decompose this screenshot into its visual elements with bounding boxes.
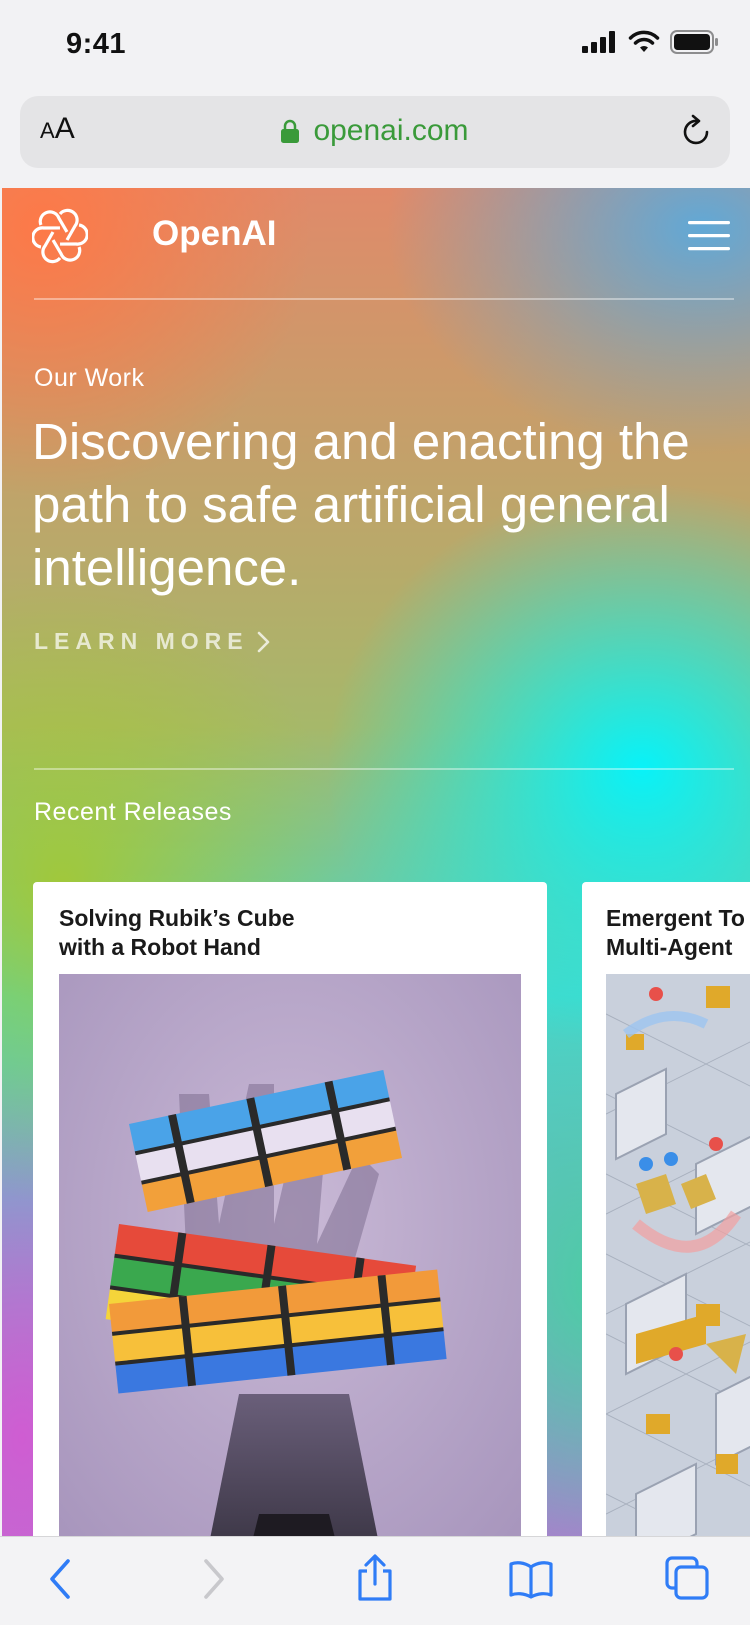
web-page: OpenAI Our Work Discovering and enacting… [2,188,750,1536]
learn-more-link[interactable]: LEARN MORE [34,628,271,655]
page-headline: Discovering and enacting the path to saf… [32,413,690,596]
forward-icon[interactable] [200,1557,228,1601]
signal-icon [582,31,615,53]
card-title: Emergent To Multi-Agent [606,905,745,960]
battery-icon [670,30,718,54]
bookmarks-icon[interactable] [508,1559,554,1599]
learn-more-label: LEARN MORE [34,628,249,654]
back-icon[interactable] [46,1557,74,1601]
multi-agent-environment-image [606,974,750,1536]
url-display[interactable]: openai.com [20,114,730,148]
chevron-right-icon [257,631,269,652]
browser-toolbar [0,1536,750,1625]
release-card[interactable]: Emergent To Multi-Agent [582,882,750,1536]
divider [34,298,734,300]
openai-logo-icon[interactable] [32,208,88,264]
wifi-icon [628,30,660,52]
section-label: Our Work [34,364,145,392]
lock-icon [281,119,300,143]
release-card[interactable]: Solving Rubik’s Cube with a Robot Hand [33,882,547,1536]
reload-icon[interactable] [680,114,714,150]
share-icon[interactable] [354,1553,396,1603]
status-bar: 9:41 [0,0,750,92]
rubiks-cube-robot-hand-image [59,974,521,1536]
tabs-icon[interactable] [664,1555,710,1601]
card-title: Solving Rubik’s Cube with a Robot Hand [59,905,295,960]
status-time: 9:41 [66,28,127,60]
divider [34,768,734,770]
status-icons [582,30,720,54]
brand-name[interactable]: OpenAI [152,214,276,254]
releases-label: Recent Releases [34,798,232,826]
url-text: openai.com [313,114,469,147]
address-bar[interactable]: AA openai.com [20,96,730,168]
hamburger-menu-icon[interactable] [688,220,730,252]
